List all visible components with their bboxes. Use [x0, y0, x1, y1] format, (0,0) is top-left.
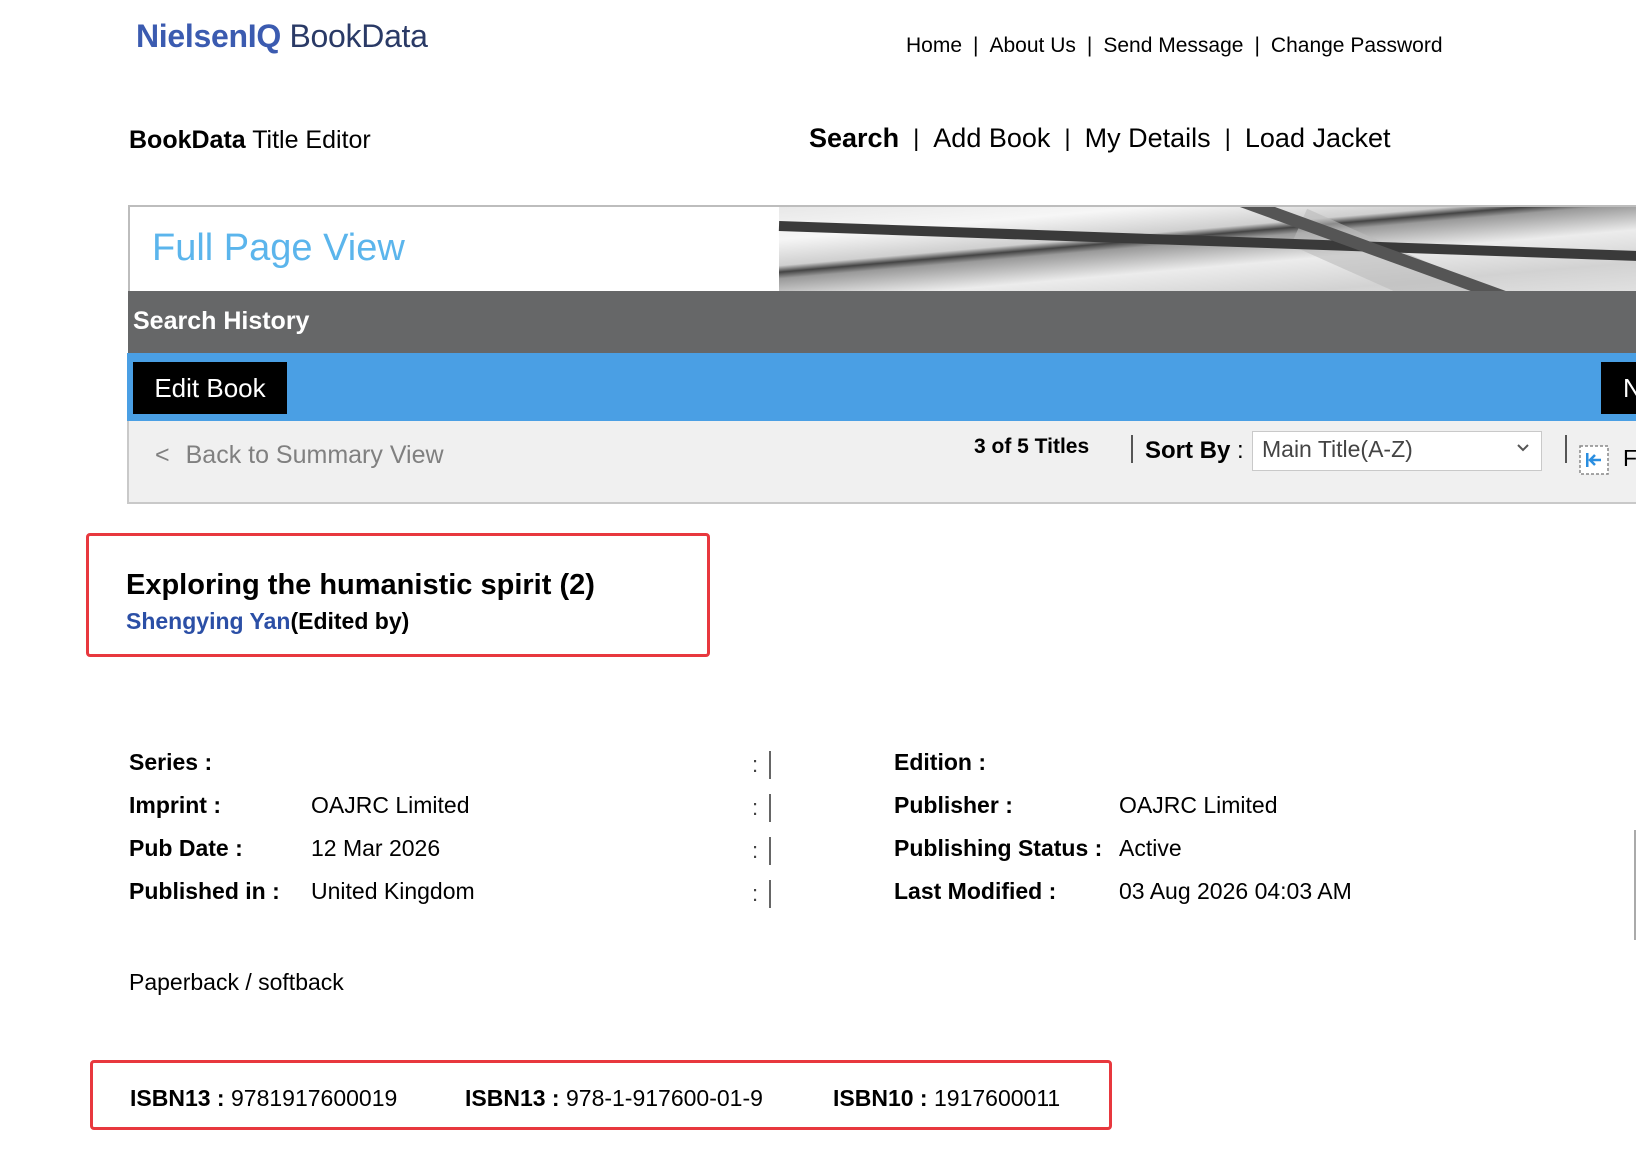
column-divider — [769, 751, 771, 779]
back-to-summary-link[interactable]: < Back to Summary View — [155, 441, 444, 470]
search-history-label: Search History — [133, 307, 310, 335]
nav-send-message-link[interactable]: Send Message — [1103, 34, 1243, 58]
isbn-label: ISBN13 : — [465, 1085, 560, 1111]
main-nav-load-jacket[interactable]: Load Jacket — [1245, 123, 1391, 154]
app-title-bold: BookData — [129, 126, 246, 154]
main-nav: Search | Add Book | My Details | Load Ja… — [809, 123, 1391, 154]
page-title: Full Page View — [152, 227, 405, 269]
book-contributor: Shengying Yan(Edited by) — [126, 608, 409, 635]
column-colon: : — [752, 752, 759, 777]
logo-product: BookData — [289, 18, 428, 54]
column-colon: : — [752, 881, 759, 906]
publisher-label: Publisher : — [894, 792, 1013, 818]
pub-date-label: Pub Date : — [129, 835, 243, 861]
isbn-value: 978-1-917600-01-9 — [565, 1085, 763, 1111]
sort-by-value: Main Title(A-Z) — [1262, 436, 1413, 462]
published-in-label: Published in : — [129, 878, 280, 904]
record-navigation-bar: < Back to Summary View 3 of 5 Titles Sort… — [127, 421, 1636, 504]
sort-by-text: Sort By — [1145, 437, 1231, 464]
logo-brand: NielsenIQ — [136, 18, 281, 54]
isbn-value: 1917600011 — [933, 1085, 1061, 1111]
result-count: 3 of 5 Titles — [974, 435, 1090, 458]
isbn-label: ISBN13 : — [130, 1085, 225, 1111]
isbn-box: ISBN13 : 9781917600019 ISBN13 : 978-1-91… — [90, 1060, 1112, 1130]
isbn-value: 9781917600019 — [230, 1085, 398, 1111]
book-title: Exploring the humanistic spirit (2) — [126, 569, 595, 601]
divider — [1131, 435, 1133, 463]
main-nav-my-details[interactable]: My Details — [1085, 123, 1211, 154]
nav-separator: | — [1064, 124, 1071, 152]
author-role: (Edited by) — [290, 608, 410, 634]
main-nav-add-book[interactable]: Add Book — [933, 123, 1050, 154]
series-label: Series : — [129, 749, 213, 775]
book-title-card: Exploring the humanistic spirit (2) Shen… — [86, 533, 710, 657]
back-to-summary-label: Back to Summary View — [185, 441, 444, 469]
sort-by-colon: : — [1237, 437, 1244, 464]
edition-label: Edition : — [894, 749, 986, 775]
first-record-label[interactable]: F — [1623, 445, 1636, 472]
top-nav: Home | About Us | Send Message | Change … — [906, 34, 1443, 58]
isbn13-plain: ISBN13 : 9781917600019 — [130, 1085, 397, 1112]
imprint-value: OAJRC Limited — [311, 792, 470, 818]
action-bar: Edit Book N — [127, 353, 1636, 421]
search-history-bar[interactable]: Search History — [128, 291, 1636, 353]
divider — [1565, 435, 1567, 463]
publishing-status-label: Publishing Status : — [894, 835, 1103, 861]
page-banner: Full Page View — [128, 205, 1636, 291]
nav-separator: | — [1224, 124, 1231, 152]
isbn10: ISBN10 : 1917600011 — [833, 1085, 1060, 1112]
product-format: Paperback / softback — [129, 969, 344, 995]
nav-separator: | — [1086, 34, 1093, 57]
last-modified-value: 03 Aug 2026 04:03 AM — [1119, 878, 1352, 904]
first-record-icon[interactable] — [1579, 445, 1609, 475]
books-banner-image — [778, 207, 1636, 291]
column-divider — [769, 880, 771, 908]
app-title: BookData Title Editor — [129, 126, 371, 155]
column-divider — [769, 794, 771, 822]
column-colon: : — [752, 795, 759, 820]
app-title-rest: Title Editor — [252, 126, 371, 154]
nav-about-us-link[interactable]: About Us — [990, 34, 1076, 58]
next-button[interactable]: N — [1601, 362, 1636, 414]
last-modified-label: Last Modified : — [894, 878, 1057, 904]
author-link[interactable]: Shengying Yan — [126, 608, 290, 634]
isbn13-hyphenated: ISBN13 : 978-1-917600-01-9 — [465, 1085, 763, 1112]
sort-by-select[interactable]: Main Title(A-Z) — [1252, 431, 1542, 471]
published-in-value: United Kingdom — [311, 878, 475, 904]
main-nav-search[interactable]: Search — [809, 123, 899, 154]
publisher-value: OAJRC Limited — [1119, 792, 1278, 818]
imprint-label: Imprint : — [129, 792, 221, 818]
nav-separator: | — [913, 124, 920, 152]
isbn-label: ISBN10 : — [833, 1085, 928, 1111]
edit-book-button[interactable]: Edit Book — [133, 362, 287, 414]
nav-separator: | — [973, 34, 979, 57]
nielseniq-bookdata-logo[interactable]: NielsenIQ BookData — [136, 18, 428, 55]
nav-change-password-link[interactable]: Change Password — [1271, 34, 1443, 58]
sort-by-label: Sort By : — [1145, 437, 1244, 465]
pub-date-value: 12 Mar 2026 — [311, 835, 441, 861]
nav-separator: | — [1254, 34, 1260, 57]
chevron-down-icon — [1515, 438, 1531, 461]
column-colon: : — [752, 838, 759, 863]
column-divider — [769, 837, 771, 865]
chevron-left-icon: < — [155, 441, 170, 469]
nav-home-link[interactable]: Home — [906, 34, 962, 58]
publishing-status-value: Active — [1119, 835, 1182, 861]
